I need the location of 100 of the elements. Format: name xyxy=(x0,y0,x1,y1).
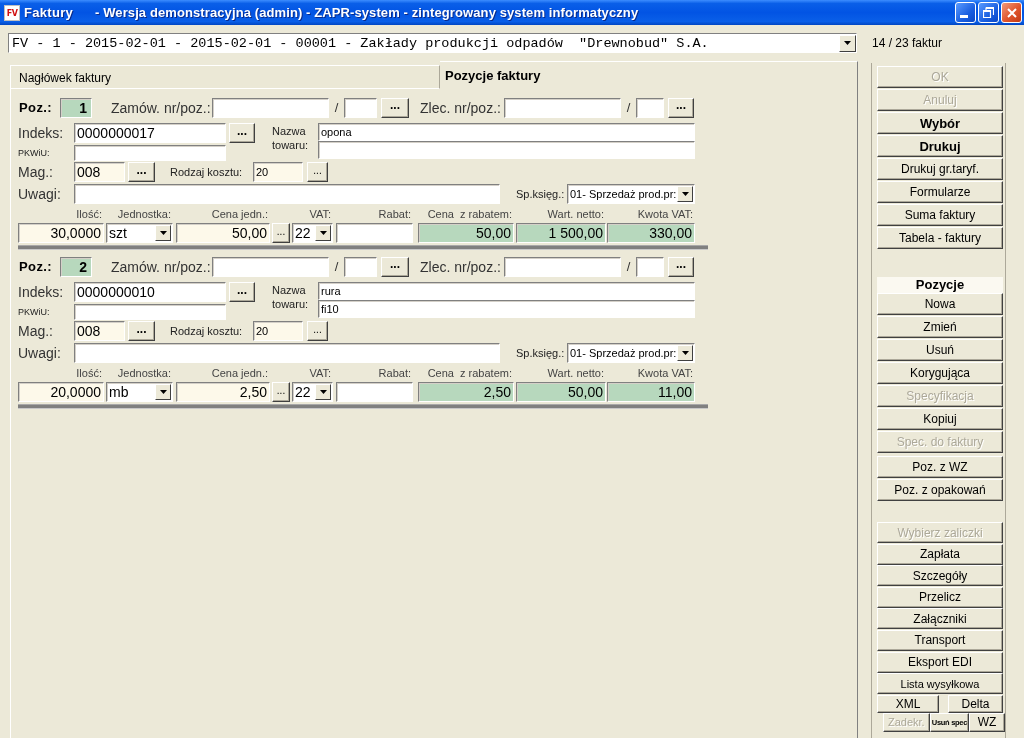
pkwiu-field[interactable] xyxy=(74,145,226,161)
cost-type-field[interactable]: 20 xyxy=(253,321,303,341)
index-field[interactable]: 0000000010 xyxy=(74,282,226,302)
sidebar-button[interactable]: WZ xyxy=(969,712,1005,732)
product-name-field[interactable] xyxy=(318,141,695,159)
vat-select[interactable]: 22 xyxy=(292,223,333,243)
warehouse-field[interactable]: 008 xyxy=(74,321,125,341)
app-logo: FV xyxy=(4,4,20,21)
dropdown-button[interactable] xyxy=(677,186,693,202)
unit-select[interactable]: szt xyxy=(106,223,173,243)
browse-button[interactable]: ... xyxy=(307,321,328,341)
sidebar-button[interactable]: Nowa xyxy=(877,293,1003,315)
browse-button[interactable]: ... xyxy=(229,123,255,143)
sidebar-button[interactable]: Transport xyxy=(877,629,1003,651)
product-name-field[interactable]: rura xyxy=(318,282,695,300)
order-number-field[interactable] xyxy=(212,256,329,277)
notes-field[interactable] xyxy=(74,343,500,363)
column-label: Wart. netto: xyxy=(546,367,605,381)
browse-button[interactable]: ... xyxy=(307,162,328,182)
product-name-field[interactable]: fi10 xyxy=(318,300,695,318)
vat-select[interactable]: 22 xyxy=(292,382,333,402)
slash-label: / xyxy=(333,100,340,115)
column-label: Kwota VAT: xyxy=(636,208,694,222)
sidebar-button[interactable]: Drukuj gr.taryf. xyxy=(877,158,1003,180)
unit-price-field[interactable]: 50,00 xyxy=(176,223,270,243)
browse-button[interactable]: ... xyxy=(229,282,255,302)
order-item-field[interactable] xyxy=(344,256,377,277)
minimize-button[interactable] xyxy=(955,2,976,23)
sidebar-button[interactable]: Suma faktury xyxy=(877,204,1003,226)
product-name-field[interactable]: opona xyxy=(318,123,695,141)
sidebar-button[interactable]: Przelicz xyxy=(877,586,1003,608)
quantity-field[interactable]: 20,0000 xyxy=(18,382,104,402)
caret-down-icon xyxy=(159,390,167,394)
index-label: Indeks: xyxy=(18,125,65,141)
sidebar-button[interactable]: Usuń xyxy=(877,339,1003,361)
warehouse-field[interactable]: 008 xyxy=(74,162,125,182)
sidebar-button[interactable]: XML xyxy=(877,694,939,713)
browse-button[interactable]: ... xyxy=(381,97,409,118)
sidebar-button[interactable]: Eksport EDI xyxy=(877,651,1003,673)
job-label: Zlec. nr/poz.: xyxy=(420,258,502,275)
job-item-field[interactable] xyxy=(636,256,664,277)
dropdown-button[interactable] xyxy=(839,34,856,52)
job-number-field[interactable] xyxy=(504,97,621,118)
sidebar-button[interactable]: Wybór xyxy=(877,112,1003,134)
order-label: Zamów. nr/poz.: xyxy=(111,99,212,116)
browse-button[interactable]: ... xyxy=(128,162,155,182)
pkwiu-field[interactable] xyxy=(74,304,226,320)
sidebar-button[interactable]: Załączniki xyxy=(877,608,1003,630)
invoice-select[interactable]: FV - 1 - 2015-02-01 - 2015-02-01 - 00001 - Zakłady produkcji odpadów "Drewnobud" S.A. xyxy=(8,33,857,53)
discount-field[interactable] xyxy=(336,382,413,402)
cost-type-field[interactable]: 20 xyxy=(253,162,303,182)
warehouse-label: Mag.: xyxy=(18,323,54,339)
column-label: Rabat: xyxy=(377,208,412,222)
discount-field[interactable] xyxy=(336,223,413,243)
sidebar-button[interactable]: Szczegóły xyxy=(877,565,1003,587)
unit-select[interactable]: mb xyxy=(106,382,173,402)
browse-button[interactable]: ... xyxy=(381,256,409,277)
sidebar-button[interactable]: Delta xyxy=(948,694,1003,713)
position-label: Poz.: xyxy=(18,259,54,274)
sidebar-button[interactable]: Kopiuj xyxy=(877,408,1003,430)
restore-button[interactable] xyxy=(978,2,999,23)
account-label: Sp.księg.: xyxy=(516,347,566,359)
browse-button[interactable]: ... xyxy=(128,321,155,341)
sidebar-button[interactable]: Poz. z WZ xyxy=(877,456,1003,478)
index-field[interactable]: 0000000017 xyxy=(74,123,226,143)
dropdown-button[interactable] xyxy=(155,225,171,241)
position-number: 1 xyxy=(60,97,92,118)
close-button[interactable] xyxy=(1001,2,1022,23)
sidebar-button[interactable]: Poz. z opakowań xyxy=(877,479,1003,501)
order-item-field[interactable] xyxy=(344,97,377,118)
job-item-field[interactable] xyxy=(636,97,664,118)
sidebar-button[interactable]: Lista wysyłkowa xyxy=(877,673,1003,695)
column-label: Rabat: xyxy=(377,367,412,381)
unit-price-field[interactable]: 2,50 xyxy=(176,382,270,402)
dropdown-button[interactable] xyxy=(155,384,171,400)
browse-button[interactable]: ... xyxy=(668,256,694,277)
sidebar-button[interactable]: Tabela - faktury xyxy=(877,227,1003,249)
column-label: Ilość: xyxy=(75,367,103,381)
job-number-field[interactable] xyxy=(504,256,621,277)
sidebar-button[interactable]: Zmień xyxy=(877,316,1003,338)
cost-type-label: Rodzaj kosztu: xyxy=(170,166,244,178)
notes-field[interactable] xyxy=(74,184,500,204)
account-select[interactable]: 01- Sprzedaż prod.pr: xyxy=(567,343,695,363)
sidebar-button[interactable]: Drukuj xyxy=(877,135,1003,157)
dropdown-button[interactable] xyxy=(315,225,331,241)
quantity-field[interactable]: 30,0000 xyxy=(18,223,104,243)
sidebar-button[interactable]: Zapłata xyxy=(877,543,1003,565)
dropdown-button[interactable] xyxy=(677,345,693,361)
tab[interactable]: Nagłówek faktury xyxy=(10,65,440,89)
column-label: Jednostka: xyxy=(116,208,172,222)
browse-button[interactable]: ... xyxy=(668,97,694,118)
browse-button[interactable]: ... xyxy=(272,223,290,243)
account-select[interactable]: 01- Sprzedaż prod.pr: xyxy=(567,184,695,204)
order-number-field[interactable] xyxy=(212,97,329,118)
tab[interactable]: Pozycje faktury xyxy=(440,61,858,89)
sidebar-button[interactable]: Korygująca xyxy=(877,362,1003,384)
warehouse-label: Mag.: xyxy=(18,164,54,180)
dropdown-button[interactable] xyxy=(315,384,331,400)
sidebar-button[interactable]: Formularze xyxy=(877,181,1003,203)
browse-button[interactable]: ... xyxy=(272,382,290,402)
